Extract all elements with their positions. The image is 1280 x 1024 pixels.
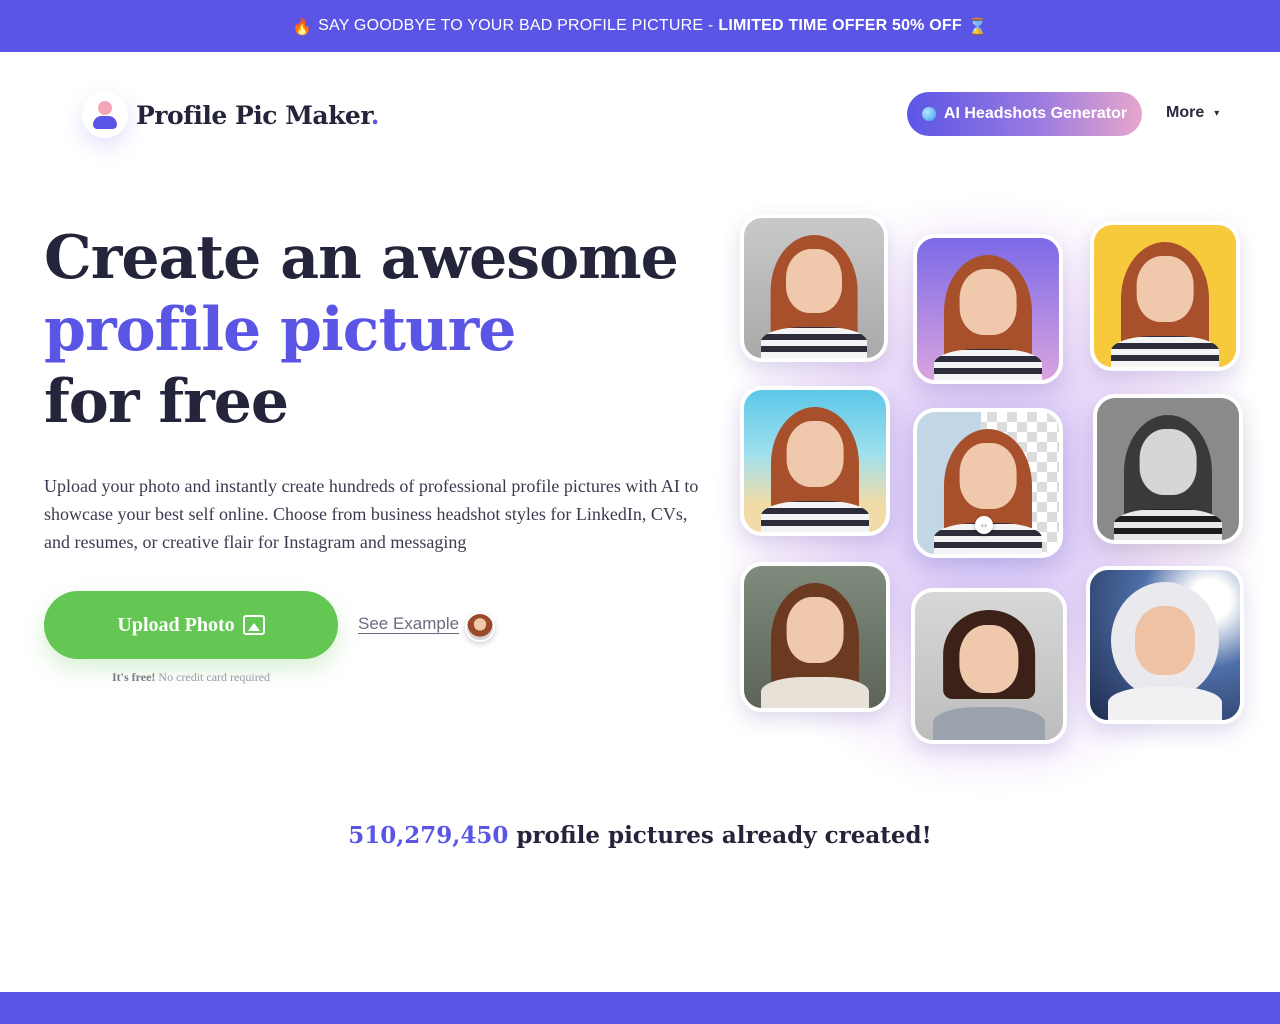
- hero-title: Create an awesome profile picture for fr…: [44, 222, 684, 438]
- example-card-gray-bg: [740, 214, 888, 362]
- hero-title-line3: for free: [44, 367, 289, 437]
- hero-title-line1: Create an awesome: [44, 223, 679, 293]
- see-example-link[interactable]: See Example: [358, 614, 459, 634]
- promo-text: SAY GOODBYE TO YOUR BAD PROFILE PICTURE …: [318, 17, 714, 34]
- footer-bar: [0, 992, 1280, 1024]
- upload-photo-label: Upload Photo: [117, 613, 235, 636]
- more-label: More: [1166, 104, 1205, 121]
- site-header: Profile Pic Maker. AI Headshots Generato…: [0, 52, 1280, 174]
- hourglass-icon: ⌛: [967, 16, 988, 36]
- logo-link[interactable]: Profile Pic Maker.: [82, 92, 379, 138]
- created-count: 510,279,450: [348, 822, 509, 849]
- free-note: It's free! No credit card required: [44, 670, 338, 685]
- example-avatar[interactable]: [465, 612, 495, 642]
- example-card-yellow-bg: [1090, 221, 1240, 371]
- more-menu[interactable]: More ▾: [1166, 104, 1219, 122]
- profile-logo-icon: [82, 92, 128, 138]
- globe-icon: [921, 107, 936, 121]
- promo-banner[interactable]: 🔥 SAY GOODBYE TO YOUR BAD PROFILE PICTUR…: [0, 0, 1280, 52]
- promo-offer: LIMITED TIME OFFER 50% OFF: [718, 17, 962, 34]
- compare-slider-handle: ‹›: [975, 516, 993, 534]
- upload-photo-button[interactable]: Upload Photo: [44, 591, 338, 659]
- ai-headshots-button[interactable]: AI Headshots Generator: [907, 92, 1142, 136]
- image-icon: [242, 615, 265, 635]
- example-card-background-removal: ‹›: [913, 408, 1063, 558]
- hero-description: Upload your photo and instantly create h…: [44, 476, 699, 552]
- example-card-black-white: [1093, 394, 1243, 544]
- free-note-text: No credit card required: [158, 670, 271, 684]
- example-card-portrait: [740, 562, 890, 712]
- example-gallery: ‹›: [716, 196, 1266, 796]
- free-note-bold: It's free!: [111, 670, 156, 684]
- hero-title-accent: profile picture: [44, 295, 516, 365]
- created-label: profile pictures already created!: [516, 822, 932, 849]
- fire-icon: 🔥: [292, 16, 313, 36]
- example-card-astronaut: [1086, 566, 1244, 724]
- example-card-business-headshot: [911, 588, 1067, 744]
- ai-headshots-label: AI Headshots Generator: [943, 105, 1128, 122]
- caret-down-icon: ▾: [1214, 107, 1220, 119]
- logo-text: Profile Pic Maker.: [136, 100, 379, 130]
- example-card-beach-bg: [740, 386, 890, 536]
- created-counter: 510,279,450 profile pictures already cre…: [0, 822, 1280, 849]
- example-card-purple-bg: [913, 234, 1063, 384]
